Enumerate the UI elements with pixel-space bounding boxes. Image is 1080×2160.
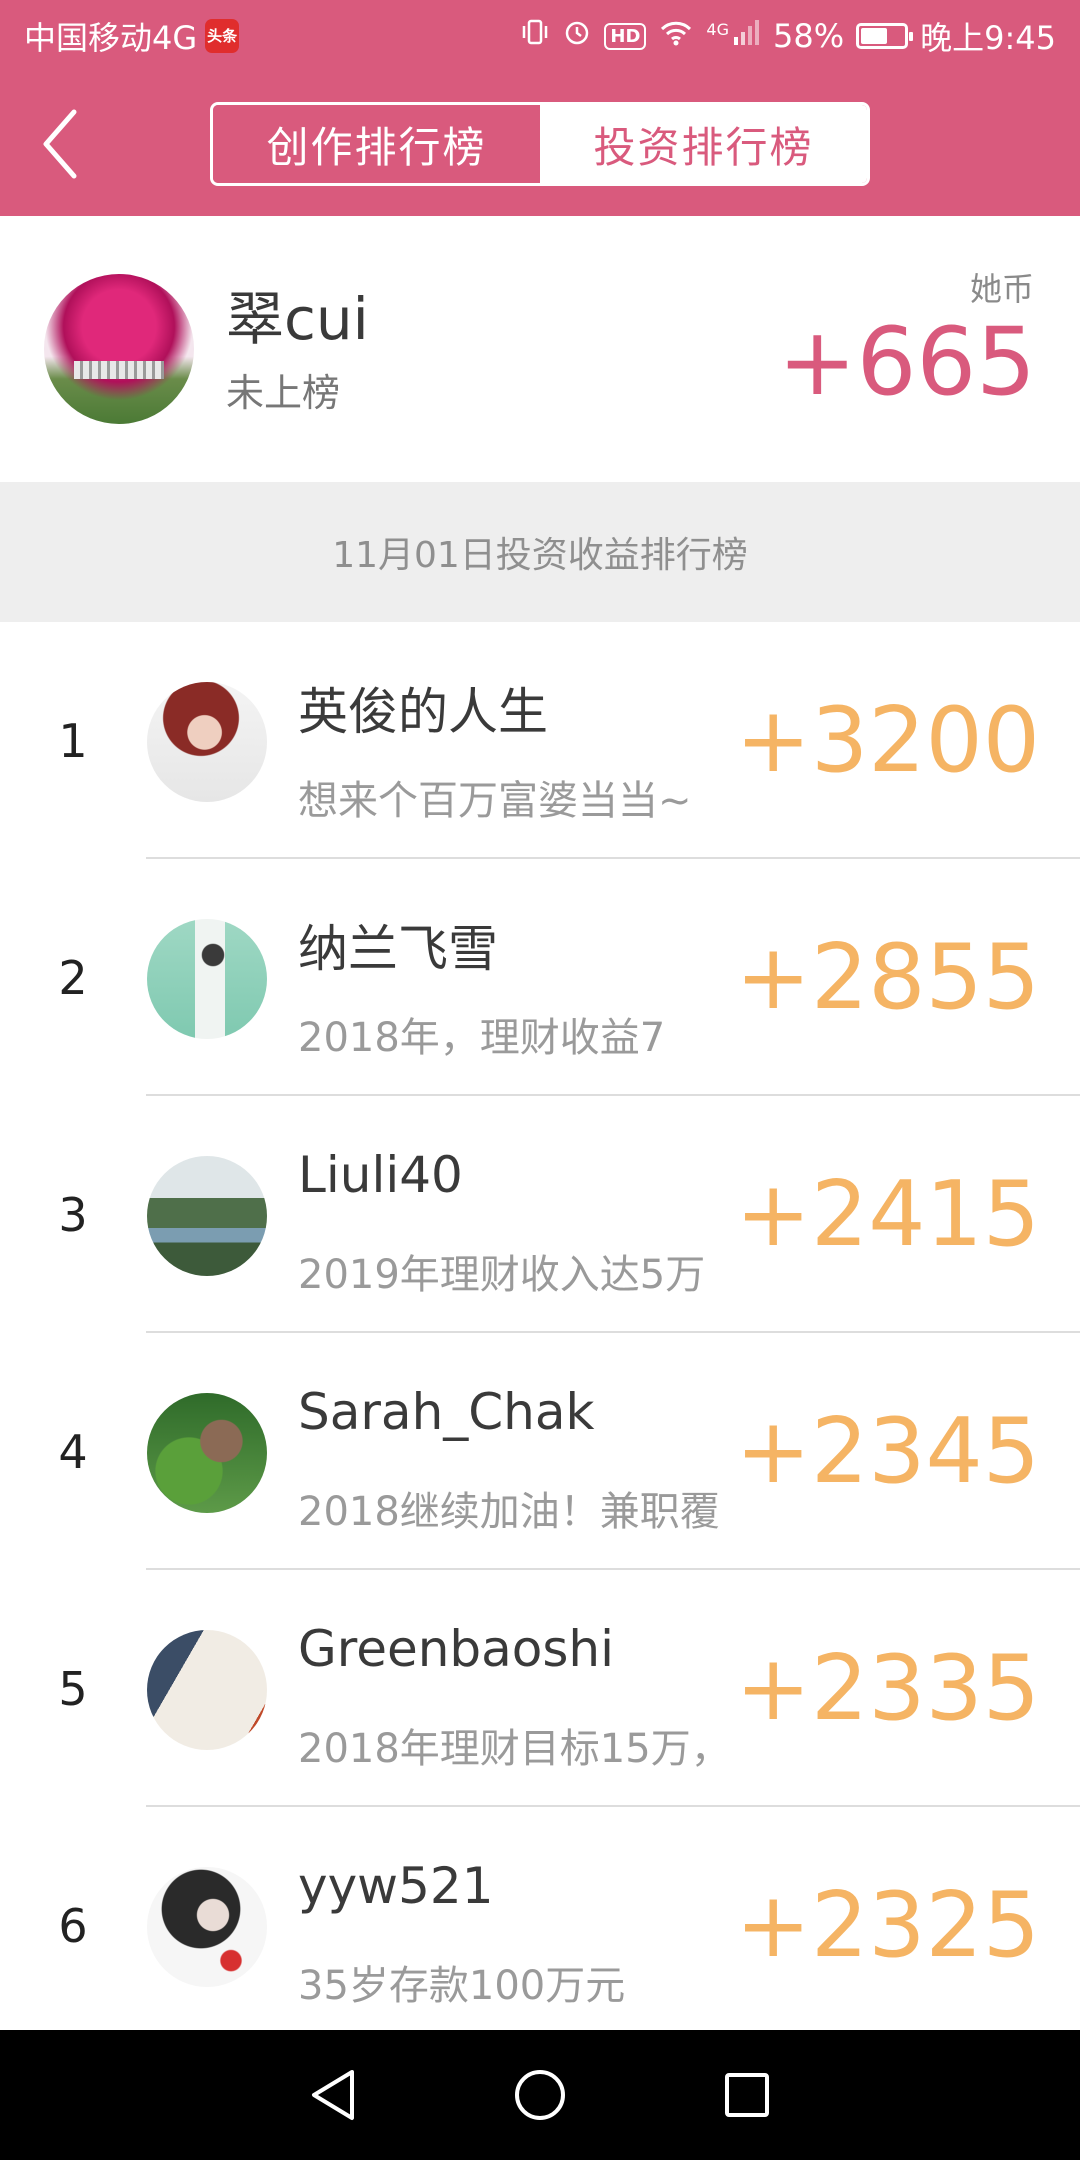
- avatar[interactable]: [44, 274, 194, 424]
- clock: 晚上9:45: [920, 19, 1056, 57]
- profile-amount: +665: [777, 308, 1036, 417]
- tab-investment-ranking[interactable]: 投资排行榜: [540, 105, 867, 183]
- tab-creation-ranking[interactable]: 创作排行榜: [213, 105, 540, 183]
- signal-icon: [731, 17, 761, 55]
- ranking-row-2[interactable]: 2 纳兰飞雪 2018年，理财收益7 +2855: [0, 859, 1080, 1096]
- earnings-amount: +3200: [735, 688, 1040, 793]
- vibrate-icon: [520, 17, 550, 55]
- status-left: 中国移动4G 头条: [24, 13, 240, 59]
- user-name: yyw521: [298, 1857, 494, 1915]
- battery-percent: 58%: [773, 17, 845, 55]
- circle-home-icon: [514, 2070, 565, 2120]
- ranking-row-3[interactable]: 3 Liuli40 2019年理财收入达5万 +2415: [0, 1096, 1080, 1333]
- avatar[interactable]: [147, 1393, 267, 1513]
- alarm-icon: [562, 17, 592, 55]
- user-desc: 2018年，理财收益7: [298, 1015, 666, 1061]
- square-recent-icon: [724, 2073, 769, 2117]
- user-name: 英俊的人生: [298, 683, 548, 741]
- earnings-amount: +2335: [735, 1636, 1040, 1741]
- ranking-row-5[interactable]: 5 Greenbaoshi 2018年理财目标15万， +2335: [0, 1570, 1080, 1807]
- battery-icon: [856, 23, 914, 49]
- earnings-amount: +2415: [735, 1162, 1040, 1267]
- avatar[interactable]: [147, 682, 267, 802]
- ranking-row-1[interactable]: 1 英俊的人生 想来个百万富婆当当~ +3200: [0, 622, 1080, 859]
- ranking-tab-switch: 创作排行榜 投资排行榜: [210, 102, 870, 186]
- profile-name: 翠cui: [226, 285, 369, 353]
- chevron-left-icon: [43, 109, 77, 179]
- nav-home-button[interactable]: [505, 2060, 575, 2130]
- user-name: Greenbaoshi: [298, 1620, 615, 1678]
- avatar[interactable]: [147, 1156, 267, 1276]
- battery-fill: [861, 28, 888, 44]
- wifi-icon: [658, 17, 694, 55]
- ranking-row-6[interactable]: 6 yyw521 35岁存款100万元 +2325: [0, 1807, 1080, 2044]
- rank-number: 2: [58, 950, 88, 1005]
- rank-number: 1: [58, 713, 88, 768]
- back-button[interactable]: [30, 104, 90, 184]
- rank-number: 5: [58, 1661, 88, 1716]
- user-name: Liuli40: [298, 1146, 463, 1204]
- system-nav-bar: [0, 2030, 1080, 2160]
- user-desc: 想来个百万富婆当当~: [298, 778, 692, 824]
- carrier-label: 中国移动4G: [24, 19, 198, 57]
- user-desc: 2018继续加油！兼职覆: [298, 1489, 720, 1535]
- toutiao-app-icon: 头条: [205, 19, 240, 53]
- hd-badge: HD: [604, 22, 647, 50]
- user-desc: 2018年理财目标15万，: [298, 1726, 731, 1772]
- triangle-back-icon: [312, 2070, 355, 2120]
- screen: 中国移动4G 头条 HD 4G 58% 晚上9:45 创作排行榜 投资排行榜 翠…: [0, 0, 1080, 2160]
- avatar[interactable]: [147, 919, 267, 1039]
- user-desc: 35岁存款100万元: [298, 1963, 626, 2009]
- rank-number: 3: [58, 1187, 88, 1242]
- earnings-amount: +2855: [735, 925, 1040, 1030]
- my-ranking-card: 翠cui 未上榜 她币 +665: [0, 216, 1080, 482]
- user-desc: 2019年理财收入达5万: [298, 1252, 706, 1298]
- avatar[interactable]: [147, 1867, 267, 1987]
- nav-back-button[interactable]: [298, 2060, 368, 2130]
- ranking-list: 1 英俊的人生 想来个百万富婆当当~ +3200 2 纳兰飞雪 2018年，理财…: [0, 622, 1080, 2044]
- status-right: HD 4G 58% 晚上9:45: [520, 13, 1056, 59]
- avatar[interactable]: [147, 1630, 267, 1750]
- section-title: 11月01日投资收益排行榜: [332, 535, 748, 576]
- profile-rank-status: 未上榜: [226, 371, 341, 415]
- status-bar: 中国移动4G 头条 HD 4G 58% 晚上9:45: [0, 0, 1080, 72]
- nav-recent-button[interactable]: [712, 2060, 782, 2130]
- user-name: 纳兰飞雪: [298, 920, 498, 978]
- user-name: Sarah_Chak: [298, 1383, 595, 1441]
- rank-number: 6: [58, 1898, 88, 1953]
- section-header: 11月01日投资收益排行榜: [0, 482, 1080, 622]
- ranking-row-4[interactable]: 4 Sarah_Chak 2018继续加油！兼职覆 +2345: [0, 1333, 1080, 1570]
- earnings-amount: +2345: [735, 1399, 1040, 1504]
- coin-label: 她币: [969, 270, 1034, 308]
- rank-number: 4: [58, 1424, 88, 1479]
- network-label: 4G: [706, 19, 729, 39]
- header: 创作排行榜 投资排行榜: [0, 72, 1080, 216]
- earnings-amount: +2325: [735, 1873, 1040, 1978]
